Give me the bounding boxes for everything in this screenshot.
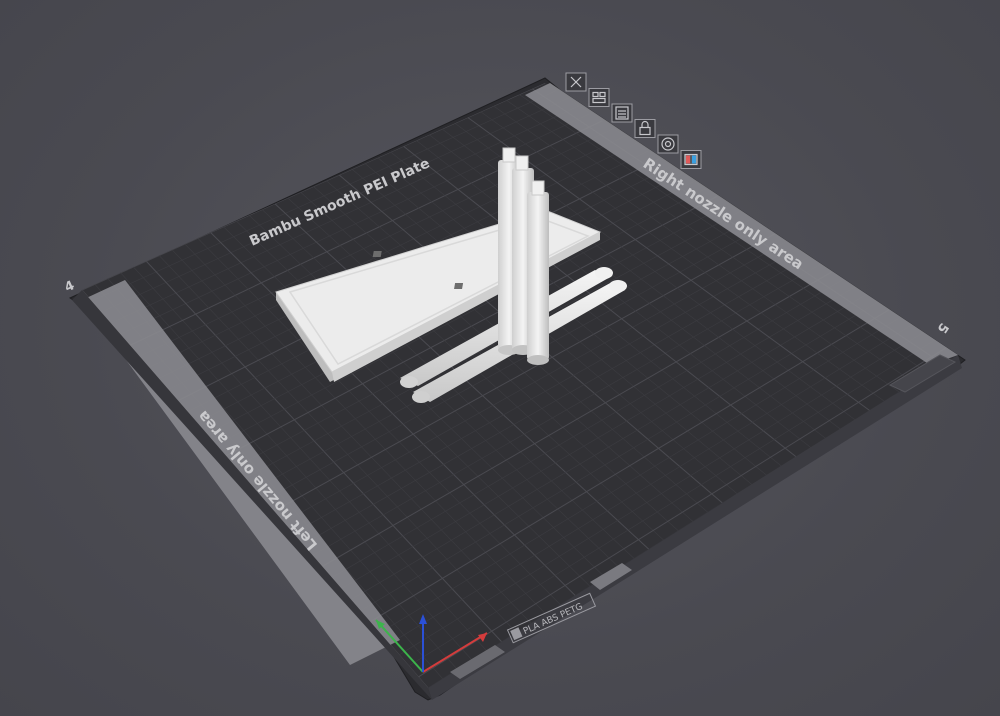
panel-hole (454, 283, 464, 289)
plate-scene[interactable]: Bambu Smooth PEI Plate Right nozzle only… (0, 0, 1000, 716)
plate-name-button[interactable] (657, 134, 679, 154)
delete-plate-button[interactable] (565, 72, 587, 92)
filament-map-icon (684, 153, 698, 166)
3d-viewport[interactable]: Bambu Smooth PEI Plate Right nozzle only… (0, 0, 1000, 716)
model-pillars[interactable] (498, 147, 549, 365)
plate-settings-button[interactable] (611, 103, 633, 123)
lock-plate-button[interactable] (634, 119, 656, 138)
plate-number-left: 4 (63, 278, 77, 295)
plate-number-right: 5 (934, 320, 951, 336)
filament-map-button[interactable] (680, 150, 702, 169)
auto-arrange-button[interactable] (588, 88, 610, 107)
panel-hole (372, 251, 382, 257)
